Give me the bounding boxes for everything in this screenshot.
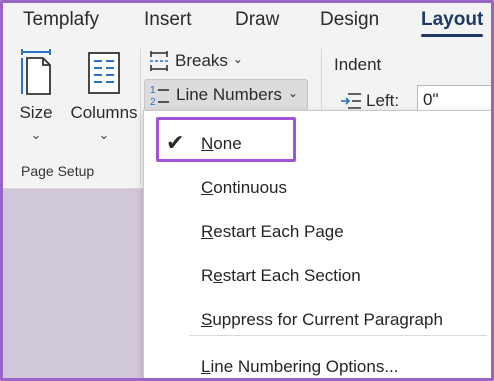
breaks-icon: [150, 51, 168, 71]
label-rest: ine Numbering Options...: [210, 357, 399, 376]
label-rest: start Each Section: [222, 266, 361, 285]
highlight-box: [156, 117, 296, 162]
breaks-button[interactable]: Breaks ⌄: [149, 50, 243, 72]
ribbon-tab-bar: Templafy Insert Draw Design Layout: [3, 3, 491, 39]
chevron-down-icon: ⌄: [30, 127, 42, 142]
menu-item-restart-each-section[interactable]: Restart Each Section: [144, 254, 491, 298]
mnemonic-letter: C: [201, 178, 214, 197]
line-numbers-label: Line Numbers: [176, 85, 282, 104]
mnemonic-letter: R: [201, 222, 214, 241]
label-rest: uppress for Current Paragraph: [212, 310, 443, 329]
group-separator: [140, 49, 141, 184]
menu-item-label: Restart Each Page: [201, 222, 344, 242]
columns-label: Columns: [70, 103, 138, 122]
size-label: Size: [19, 103, 53, 122]
svg-text:1: 1: [150, 85, 156, 96]
active-tab-indicator: [421, 34, 483, 37]
page-size-icon: [21, 49, 51, 95]
menu-item-continuous[interactable]: Continuous: [144, 166, 491, 210]
indent-group-title: Indent: [334, 55, 382, 74]
line-numbers-icon: 1 2: [150, 85, 169, 107]
mnemonic-letter: S: [201, 310, 213, 329]
menu-item-label: Restart Each Section: [201, 266, 361, 286]
svg-text:2: 2: [150, 97, 156, 107]
group-separator: [321, 49, 322, 109]
menu-item-line-numbering-options[interactable]: Line Numbering Options...: [144, 345, 491, 378]
columns-icon: [88, 52, 120, 94]
size-button[interactable]: Size ⌄: [13, 48, 59, 143]
tab-draw[interactable]: Draw: [235, 9, 279, 31]
label-rest: ontinuous: [213, 178, 288, 197]
line-numbers-menu: ✔ None Continuous Restart Each Page Rest…: [143, 110, 491, 378]
menu-item-label: Continuous: [201, 178, 287, 198]
mnemonic-letter: e: [213, 266, 223, 285]
tab-templafy[interactable]: Templafy: [23, 9, 99, 31]
menu-item-label: Line Numbering Options...: [201, 357, 399, 377]
label-prefix: R: [201, 266, 214, 285]
indent-left-label-wrap: Left:: [340, 91, 399, 111]
tab-layout[interactable]: Layout: [421, 9, 483, 31]
breaks-label: Breaks: [175, 51, 228, 70]
tab-insert[interactable]: Insert: [144, 9, 192, 31]
line-numbers-button-content[interactable]: 1 2 Line Numbers ⌄: [148, 83, 298, 107]
chevron-down-icon: ⌄: [232, 52, 243, 66]
menu-separator: [189, 335, 487, 336]
page-setup-group-label: Page Setup: [21, 163, 95, 179]
label-rest: estart Each Page: [213, 222, 344, 241]
window-frame: Templafy Insert Draw Design Layout Size …: [0, 0, 494, 381]
chevron-down-icon: ⌄: [98, 127, 110, 142]
chevron-down-icon: ⌄: [287, 86, 298, 100]
tab-design[interactable]: Design: [320, 9, 379, 31]
menu-item-label: Suppress for Current Paragraph: [201, 310, 443, 330]
columns-button[interactable]: Columns ⌄: [67, 48, 141, 143]
menu-item-restart-each-page[interactable]: Restart Each Page: [144, 210, 491, 254]
indent-left-label: Left:: [366, 91, 400, 110]
indent-left-icon: [341, 93, 361, 109]
